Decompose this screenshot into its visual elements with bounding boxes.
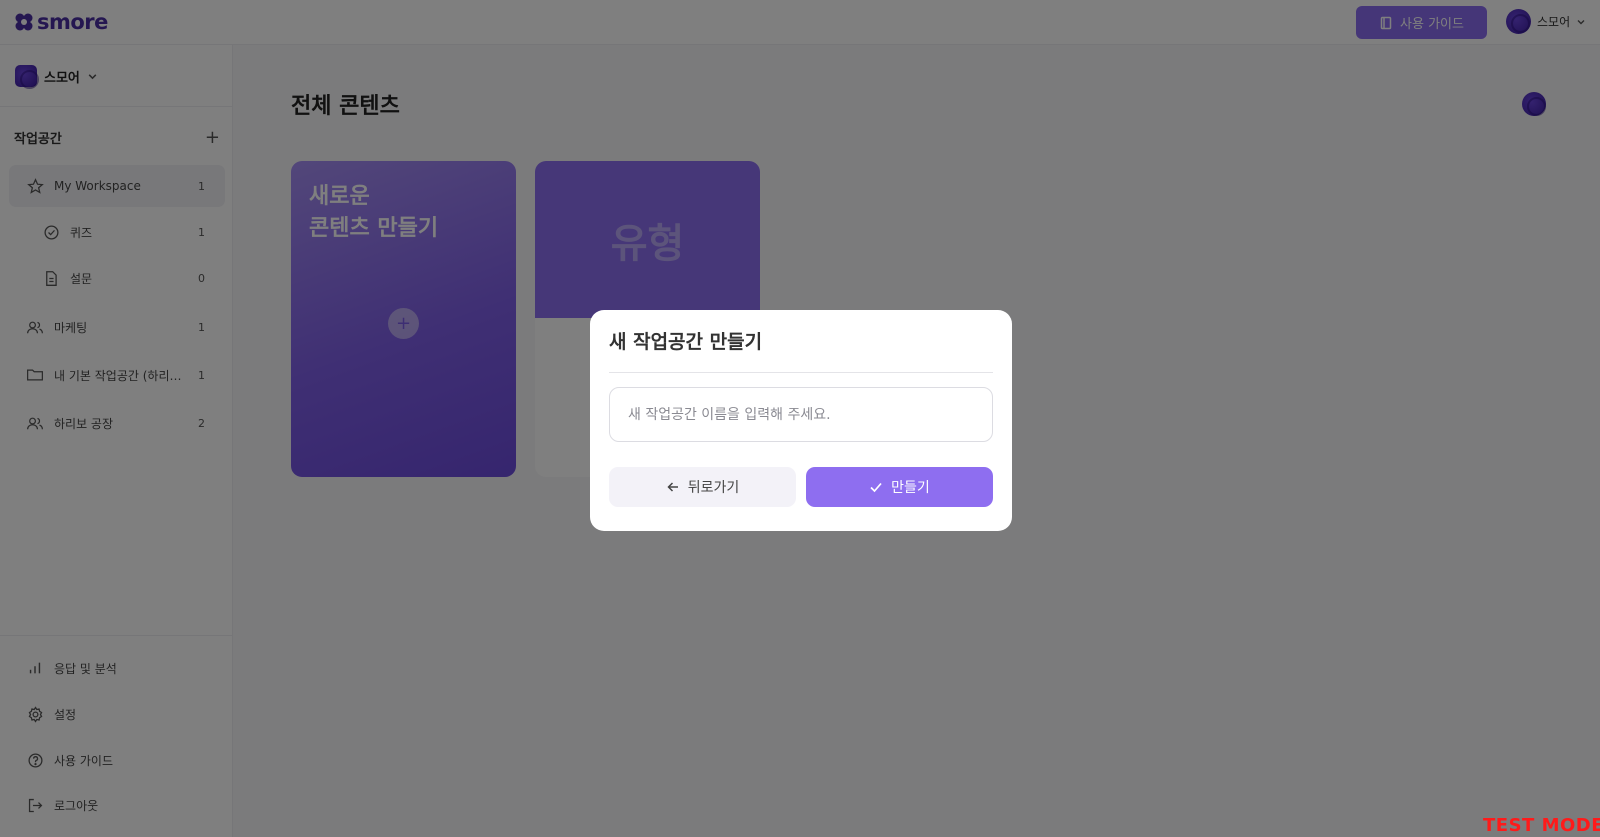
create-workspace-modal: 새 작업공간 만들기 뒤로가기 만들기 xyxy=(590,310,1012,531)
test-mode-watermark: TEST MODE xyxy=(1483,815,1600,836)
modal-title: 새 작업공간 만들기 xyxy=(609,331,763,353)
create-button-label: 만들기 xyxy=(891,480,930,496)
create-button[interactable]: 만들기 xyxy=(806,467,993,507)
back-button[interactable]: 뒤로가기 xyxy=(609,467,796,507)
back-button-label: 뒤로가기 xyxy=(687,480,740,496)
modal-divider xyxy=(609,372,993,373)
check-icon xyxy=(870,482,882,493)
workspace-name-input[interactable] xyxy=(609,387,993,442)
arrow-left-icon xyxy=(667,482,678,492)
